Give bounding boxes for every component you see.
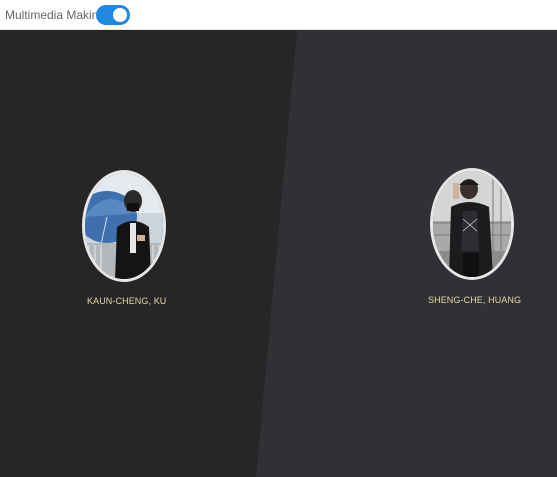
person-cap-photo <box>433 171 511 277</box>
main-stage: KAUN-CHENG, KU SHENG-CHE, HUANG <box>0 30 557 477</box>
app-title: Multimedia Making <box>5 8 106 22</box>
person-name: SHENG-CHE, HUANG <box>428 295 522 305</box>
toggle-knob <box>113 8 127 22</box>
person-umbrella-photo <box>85 173 163 279</box>
top-bar: Multimedia Making <box>0 0 557 30</box>
person-name: KAUN-CHENG, KU <box>87 296 167 306</box>
portrait-kaun-cheng-ku[interactable] <box>82 170 166 282</box>
portrait-sheng-che-huang[interactable] <box>430 168 514 280</box>
multimedia-toggle[interactable] <box>96 5 130 25</box>
right-panel <box>256 30 557 477</box>
